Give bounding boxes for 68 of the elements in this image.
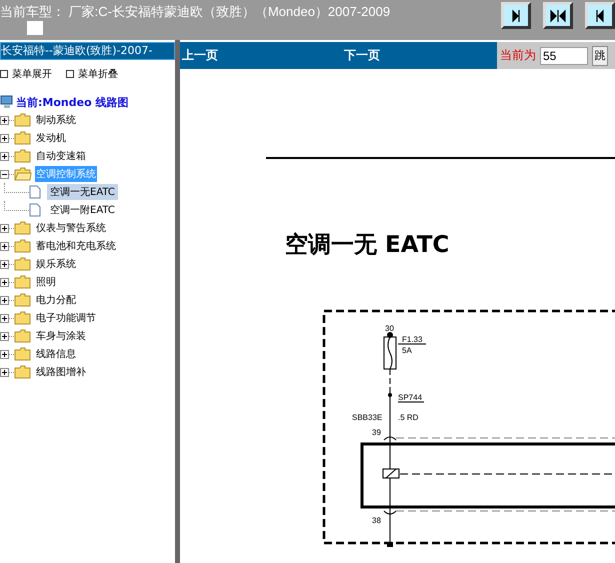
folder-icon (14, 221, 32, 235)
tree-root-label[interactable]: 当前:Mondeo 线路图 (16, 94, 128, 110)
expand-icon[interactable] (0, 134, 9, 142)
expand-icon[interactable] (0, 314, 9, 322)
next-page-link[interactable]: 下一页 (344, 47, 380, 64)
expand-icon[interactable] (0, 224, 9, 232)
tree-item[interactable]: 照明 (35, 274, 57, 290)
tree-item[interactable]: 制动系统 (35, 112, 77, 128)
folder-icon (14, 113, 32, 127)
folder-icon (14, 311, 32, 325)
folder-icon (14, 347, 32, 361)
go-button[interactable]: 跳 (592, 46, 608, 66)
tree-item[interactable]: 空调一附EATC (47, 202, 118, 218)
tree-item[interactable]: 线路图增补 (35, 364, 87, 380)
folder-icon (14, 257, 32, 271)
wire-label: .5 RD (398, 413, 418, 422)
page-number-field[interactable]: 55 (540, 46, 588, 64)
folder-icon (14, 167, 32, 181)
folder-icon (14, 131, 32, 145)
tree-item[interactable]: 仪表与警告系统 (35, 220, 107, 236)
square-icon (27, 21, 43, 35)
tree-item[interactable]: 空调一无EATC (47, 184, 118, 200)
folder-icon (14, 275, 32, 289)
previous-page-link[interactable]: 上一页 (182, 47, 218, 64)
document-icon (29, 185, 41, 199)
expand-icon[interactable] (0, 332, 9, 340)
circuit-label: SBB33E (352, 413, 382, 422)
tree-item[interactable]: 自动变速箱 (35, 148, 87, 164)
folder-icon (14, 329, 32, 343)
computer-icon (0, 95, 14, 109)
expand-icon[interactable] (0, 350, 9, 358)
toolbar-button[interactable] (501, 2, 531, 29)
tree-item[interactable]: 线路信息 (35, 346, 77, 362)
menu-link[interactable]: 菜单折叠 (78, 67, 118, 81)
toolbar-button[interactable] (543, 2, 573, 29)
expand-icon[interactable] (0, 260, 9, 268)
tree-item[interactable]: 车身与涂装 (35, 328, 87, 344)
list-icon (0, 70, 8, 78)
fuse-rating: 5A (402, 346, 412, 355)
expand-icon[interactable] (0, 242, 9, 250)
folder-icon (14, 365, 32, 379)
expand-icon[interactable] (0, 116, 9, 124)
pin-number: 30 (385, 324, 394, 333)
tree-item[interactable]: 蓄电池和充电系统 (35, 238, 117, 254)
toolbar-button[interactable] (585, 2, 615, 29)
sidebar-title: 长安福特--蒙迪欧(致胜)-2007- (0, 42, 175, 60)
pin-number: 39 (372, 428, 381, 437)
expand-icon[interactable] (0, 296, 9, 304)
expand-icon[interactable] (0, 368, 9, 376)
document-icon (29, 203, 41, 217)
fuse-label: F1.33 (402, 335, 422, 344)
expand-icon[interactable] (0, 152, 9, 160)
expand-icon[interactable] (0, 278, 9, 286)
folder-icon (14, 293, 32, 307)
folder-icon (14, 149, 32, 163)
pin-number: 38 (372, 516, 381, 525)
tree-item[interactable]: 电力分配 (35, 292, 77, 308)
menu-link[interactable]: 菜单展开 (12, 67, 52, 81)
tree-item[interactable]: 发动机 (35, 130, 67, 146)
list-icon (66, 70, 74, 78)
tree-item[interactable]: 娱乐系统 (35, 256, 77, 272)
folder-icon (14, 239, 32, 253)
document-title: 空调一无 EATC (285, 231, 450, 260)
splice-label: SP744 (398, 393, 422, 402)
current-page-label: 当前为 (500, 47, 536, 64)
vehicle-title: 当前车型： 厂家:C-长安福特蒙迪欧（致胜）（Mondeo）2007-2009 (0, 3, 390, 21)
collapse-icon[interactable] (0, 170, 9, 178)
tree-item[interactable]: 电子功能调节 (35, 310, 97, 326)
